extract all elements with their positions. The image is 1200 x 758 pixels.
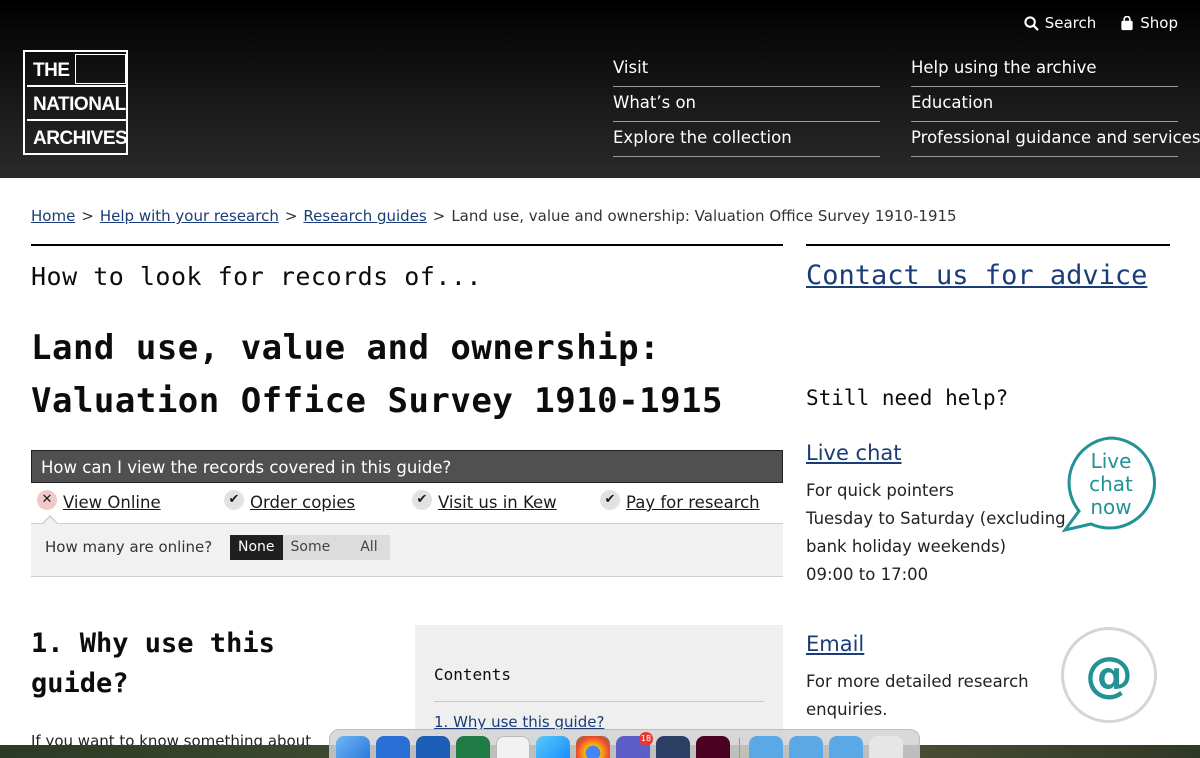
- view-online-link[interactable]: View Online: [63, 493, 161, 512]
- email-link[interactable]: Email: [806, 632, 864, 656]
- shop-link[interactable]: Shop: [1120, 14, 1178, 32]
- downloads-folder-icon[interactable]: [789, 736, 823, 758]
- option-order-copies: ✔ Order copies: [224, 489, 355, 512]
- tasks-app-icon[interactable]: [376, 736, 410, 758]
- notification-badge: 18: [639, 732, 653, 746]
- visit-kew-link[interactable]: Visit us in Kew: [438, 493, 557, 512]
- nav-visit[interactable]: Visit: [613, 52, 880, 87]
- folder-icon[interactable]: [829, 736, 863, 758]
- page-kicker: How to look for records of...: [31, 262, 482, 291]
- still-need-help-heading: Still need help?: [806, 386, 1009, 410]
- breadcrumb-separator: >: [81, 207, 94, 225]
- nav-whats-on[interactable]: What’s on: [613, 87, 880, 122]
- logo-text-archives: ARCHIVES: [33, 128, 128, 149]
- check-icon: ✔: [412, 489, 432, 510]
- cross-icon: ✕: [37, 489, 57, 510]
- live-chat-link[interactable]: Live chat: [806, 441, 902, 465]
- excel-icon[interactable]: [456, 736, 490, 758]
- chrome-icon[interactable]: [576, 736, 610, 758]
- divider: [434, 701, 764, 702]
- online-amount-indicator: None Some All: [230, 535, 390, 560]
- section-heading-why-use: 1. Why use this guide?: [31, 628, 275, 699]
- main-nav-column-1: Visit What’s on Explore the collection: [613, 52, 880, 157]
- online-question: How many are online?: [45, 538, 213, 556]
- chat-text-line: Tuesday to Saturday (excluding bank holi…: [806, 509, 1066, 556]
- trash-icon[interactable]: [869, 736, 903, 758]
- online-none: None: [230, 535, 283, 560]
- breadcrumb: Home > Help with your research > Research gu…: [31, 207, 957, 225]
- indesign-icon[interactable]: [696, 736, 730, 758]
- safari-icon[interactable]: [536, 736, 570, 758]
- breadcrumb-current: Land use, value and ownership: Valuation…: [451, 207, 957, 225]
- logo-text-national: NATIONAL: [33, 94, 126, 115]
- chat-bubble-text: Live: [1091, 449, 1132, 473]
- chat-text-line: For quick pointers: [806, 481, 955, 500]
- page-title-line-2: Valuation Office Survey 1910-1915: [31, 381, 724, 421]
- site-header: Search Shop THE NATIONAL ARCHIVES Visit …: [0, 0, 1200, 178]
- app-icon[interactable]: [656, 736, 690, 758]
- check-icon: ✔: [600, 489, 620, 510]
- email-description: For more detailed research enquiries.: [806, 672, 1029, 719]
- nav-education[interactable]: Education: [911, 87, 1178, 122]
- breadcrumb-research-guides[interactable]: Research guides: [303, 207, 426, 225]
- dock-separator: [739, 738, 740, 758]
- macos-dock: 18: [329, 729, 920, 758]
- nav-explore-collection[interactable]: Explore the collection: [613, 122, 880, 157]
- view-options: ✕ View Online ✔ Order copies ✔ Visit us …: [31, 483, 783, 523]
- online-availability-panel: How many are online? None Some All: [31, 515, 783, 577]
- contents-title: Contents: [434, 665, 512, 684]
- notion-icon[interactable]: [496, 736, 530, 758]
- breadcrumb-separator: >: [284, 207, 298, 225]
- breadcrumb-help-research[interactable]: Help with your research: [100, 207, 279, 225]
- live-chat-description: For quick pointers Tuesday to Saturday (…: [806, 477, 1066, 589]
- chat-bubble-text: chat: [1089, 472, 1133, 496]
- view-records-heading: How can I view the records covered in th…: [31, 450, 783, 483]
- option-pay-research: ✔ Pay for research: [600, 489, 760, 512]
- order-copies-link[interactable]: Order copies: [250, 493, 355, 512]
- national-archives-logo[interactable]: THE NATIONAL ARCHIVES: [23, 50, 128, 155]
- breadcrumb-separator: >: [432, 207, 446, 225]
- shopping-bag-icon: [1121, 15, 1133, 30]
- check-icon: ✔: [224, 489, 244, 510]
- word-icon[interactable]: [416, 736, 450, 758]
- nav-professional-guidance[interactable]: Professional guidance and services: [911, 122, 1200, 157]
- logo-text-the: THE: [33, 60, 70, 81]
- nav-help-using-archive[interactable]: Help using the archive: [911, 52, 1178, 87]
- shop-label: Shop: [1140, 14, 1178, 32]
- divider: [806, 244, 1170, 246]
- finder-icon[interactable]: [336, 736, 370, 758]
- main-nav-column-2: Help using the archive Education Profess…: [911, 52, 1200, 157]
- main-content: How to look for records of... Land use, …: [31, 244, 783, 758]
- sidebar: Contact us for advice Still need help? L…: [806, 244, 1170, 723]
- chat-bubble-text: now: [1090, 495, 1131, 519]
- divider: [31, 244, 783, 246]
- live-chat-bubble-icon[interactable]: Live chat now: [1061, 435, 1159, 533]
- applications-folder-icon[interactable]: [749, 736, 783, 758]
- option-view-online: ✕ View Online: [37, 489, 161, 512]
- search-label: Search: [1044, 14, 1097, 32]
- page-title: Land use, value and ownership: Valuation…: [31, 322, 783, 428]
- online-some: Some: [290, 539, 331, 555]
- contact-us-link[interactable]: Contact us for advice: [806, 258, 1170, 293]
- online-all: All: [360, 539, 378, 555]
- utility-nav: Search Shop: [1024, 14, 1178, 32]
- at-glyph: @: [1085, 647, 1133, 703]
- email-at-icon[interactable]: @: [1061, 627, 1157, 723]
- breadcrumb-home[interactable]: Home: [31, 207, 75, 225]
- pay-research-link[interactable]: Pay for research: [626, 493, 760, 512]
- page-title-line-1: Land use, value and ownership:: [31, 328, 661, 368]
- option-visit-kew: ✔ Visit us in Kew: [412, 489, 557, 512]
- teams-icon[interactable]: 18: [616, 732, 653, 758]
- search-link[interactable]: Search: [1024, 14, 1097, 32]
- chat-text-line: 09:00 to 17:00: [806, 565, 929, 584]
- search-icon: [1024, 15, 1039, 31]
